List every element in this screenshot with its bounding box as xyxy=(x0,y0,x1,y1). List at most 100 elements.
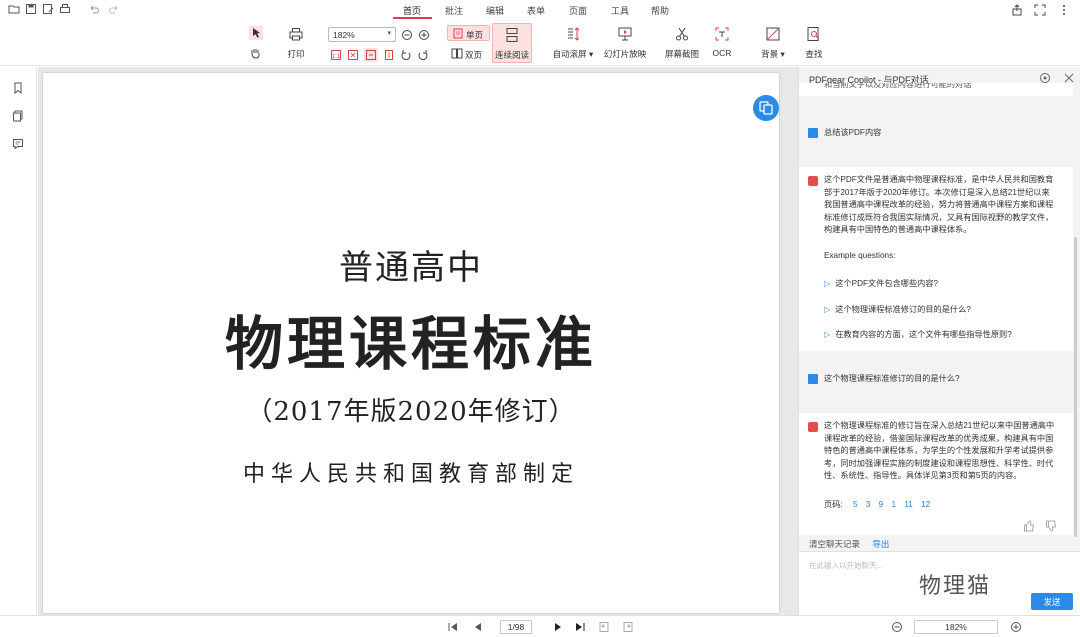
single-page-button[interactable]: 单页 xyxy=(447,25,490,41)
go-back-icon[interactable] xyxy=(598,621,610,633)
user-message-2-text: 这个物理课程标准修订的目的是什么? xyxy=(824,374,960,383)
tab-help[interactable]: 帮助 xyxy=(651,4,669,17)
save-icon[interactable] xyxy=(25,3,37,15)
auto-scroll-button[interactable]: 自动滚屏 ▾ xyxy=(551,26,595,62)
auto-scroll-label: 自动滚屏 ▾ xyxy=(552,49,594,59)
document-viewer[interactable]: 普通高中 物理课程标准 （2017年版2020年修订） 中华人民共和国教育部制定 xyxy=(38,67,836,615)
fullscreen-icon[interactable] xyxy=(1034,4,1046,16)
zoom-in-icon[interactable] xyxy=(418,29,430,41)
bot-message-1: 这个PDF文件是普通高中物理课程标准，是中华人民共和国教育 部于2017年版于2… xyxy=(799,167,1073,351)
bookmark-icon[interactable] xyxy=(12,82,24,94)
fit-visible-icon[interactable] xyxy=(383,49,395,61)
page-references: 页码: 5 3 9 1 11 12 xyxy=(824,498,936,510)
previous-page-icon[interactable] xyxy=(472,621,484,633)
comments-icon[interactable] xyxy=(12,138,24,150)
panel-scrollbar[interactable] xyxy=(1074,237,1077,537)
page-ref-link[interactable]: 11 xyxy=(904,500,913,509)
example-question-3[interactable]: ▷ 在教育内容的方面，这个文件有哪些指导性原则? xyxy=(824,328,1012,340)
first-page-icon[interactable] xyxy=(447,621,459,633)
zoom-out-icon[interactable] xyxy=(891,621,903,633)
play-icon: ▷ xyxy=(824,305,831,314)
copilot-float-button[interactable] xyxy=(753,95,779,121)
chat-input[interactable]: 在此输入以开始聊天... xyxy=(809,560,883,571)
thumbs-down-icon[interactable] xyxy=(1045,520,1057,532)
screenshot-button[interactable]: 屏幕截图 xyxy=(663,26,701,62)
last-page-icon[interactable] xyxy=(574,621,586,633)
continuous-read-label: 连续阅读 xyxy=(494,50,529,60)
select-cursor-icon[interactable] xyxy=(249,26,263,40)
example-heading: Example questions: xyxy=(824,251,896,260)
hand-tool-icon[interactable] xyxy=(249,47,261,59)
print-quick-icon[interactable] xyxy=(59,3,71,15)
zoom-in-icon[interactable] xyxy=(1010,621,1022,633)
ribbon-toolbar: 打印 182% ▾ 1:1 单页 双页 连续阅读 自动滚屏 ▾ 幻灯片放映 屏幕… xyxy=(0,20,1080,66)
background-button[interactable]: 背景 ▾ xyxy=(757,26,789,62)
copilot-panel: PDFgear Copilot - 与PDF对话 和当前文字以及对应内容进行可能… xyxy=(798,67,1080,615)
title-bar: 首页 批注 编辑 表单 页面 工具 帮助 xyxy=(0,0,1080,20)
more-icon[interactable] xyxy=(1058,4,1070,16)
ocr-button[interactable]: OCR xyxy=(709,26,735,62)
page-ref-link[interactable]: 1 xyxy=(891,500,896,509)
bot-avatar-icon xyxy=(808,176,818,186)
tab-tools[interactable]: 工具 xyxy=(611,4,629,17)
next-page-icon[interactable] xyxy=(552,621,564,633)
undo-icon[interactable] xyxy=(88,3,100,15)
page-ref-link[interactable]: 5 xyxy=(853,500,858,509)
zoom-out-icon[interactable] xyxy=(401,29,413,41)
page-ref-link[interactable]: 12 xyxy=(921,500,930,509)
tab-home[interactable]: 首页 xyxy=(403,4,421,17)
fit-page-icon[interactable] xyxy=(347,49,359,61)
previous-message-fragment: 和当前文字以及对应内容进行可能的对话 xyxy=(799,83,1073,96)
redo-icon[interactable] xyxy=(108,3,120,15)
chat-actions: 清空聊天记录 导出 xyxy=(809,538,889,550)
save-as-icon[interactable] xyxy=(42,3,54,15)
go-forward-icon[interactable] xyxy=(622,621,634,633)
thumbs-up-icon[interactable] xyxy=(1023,520,1035,532)
slideshow-label: 幻灯片放映 xyxy=(603,49,647,59)
zoom-select[interactable]: 182% ▾ xyxy=(328,27,396,42)
thumbnails-icon[interactable] xyxy=(12,110,24,122)
continuous-read-button[interactable]: 连续阅读 xyxy=(492,23,532,63)
tab-page[interactable]: 页面 xyxy=(569,4,587,17)
open-folder-icon[interactable] xyxy=(8,3,20,15)
find-label: 查找 xyxy=(805,49,823,59)
doc-edition: （2017年版2020年修订） xyxy=(246,397,576,427)
page-ref-link[interactable]: 3 xyxy=(866,500,871,509)
rotate-left-icon[interactable] xyxy=(400,49,412,61)
page-number-field[interactable]: 1/98 xyxy=(500,620,532,634)
tab-form[interactable]: 表单 xyxy=(527,4,545,17)
user-message-1: 总结该PDF内容 xyxy=(799,117,1073,151)
cut-text: 和当前文字以及对应内容进行可能的对话 xyxy=(824,83,972,89)
export-button[interactable]: 导出 xyxy=(872,539,889,549)
double-page-label: 双页 xyxy=(465,50,483,60)
doc-publisher: 中华人民共和国教育部制定 xyxy=(242,462,579,487)
background-label: 背景 ▾ xyxy=(761,49,785,59)
bot-message-1-text: 这个PDF文件是普通高中物理课程标准，是中华人民共和国教育 部于2017年版于2… xyxy=(824,175,1054,234)
chat-input-area[interactable]: 在此输入以开始聊天... 物理猫 发送 xyxy=(799,551,1080,615)
print-button[interactable]: 打印 xyxy=(283,26,309,62)
tab-edit[interactable]: 编辑 xyxy=(486,4,504,17)
clear-history-button[interactable]: 清空聊天记录 xyxy=(809,539,860,549)
status-bar: 1/98 182% xyxy=(0,615,1080,637)
slideshow-button[interactable]: 幻灯片放映 xyxy=(603,26,647,62)
screenshot-label: 屏幕截图 xyxy=(664,49,699,59)
send-button[interactable]: 发送 xyxy=(1031,593,1073,610)
page-ref-link[interactable]: 9 xyxy=(879,500,884,509)
active-tab-indicator xyxy=(393,17,432,19)
zoom-value: 182% xyxy=(333,30,355,40)
play-icon: ▷ xyxy=(824,330,831,339)
example-question-2[interactable]: ▷ 这个物理课程标准修订的目的是什么? xyxy=(824,303,971,315)
example-question-1[interactable]: ▷ 这个PDF文件包含哪些内容? xyxy=(824,277,938,289)
fit-width-icon[interactable] xyxy=(364,48,378,62)
user-message-1-text: 总结该PDF内容 xyxy=(824,128,882,137)
double-page-button[interactable]: 双页 xyxy=(447,46,490,62)
actual-size-icon[interactable]: 1:1 xyxy=(330,49,342,61)
bot-message-2: 这个物理课程标准的修订旨在深入总结21世纪以来中国普通高中 课程改革的经验，借鉴… xyxy=(799,413,1073,535)
pdf-page: 普通高中 物理课程标准 （2017年版2020年修订） 中华人民共和国教育部制定 xyxy=(43,73,779,613)
find-button[interactable]: 查找 xyxy=(801,26,827,62)
share-icon[interactable] xyxy=(1011,4,1023,16)
tab-annotate[interactable]: 批注 xyxy=(445,4,463,17)
zoom-level-field[interactable]: 182% xyxy=(914,620,998,634)
rotate-right-icon[interactable] xyxy=(417,49,429,61)
svg-text:1:1: 1:1 xyxy=(332,54,341,60)
